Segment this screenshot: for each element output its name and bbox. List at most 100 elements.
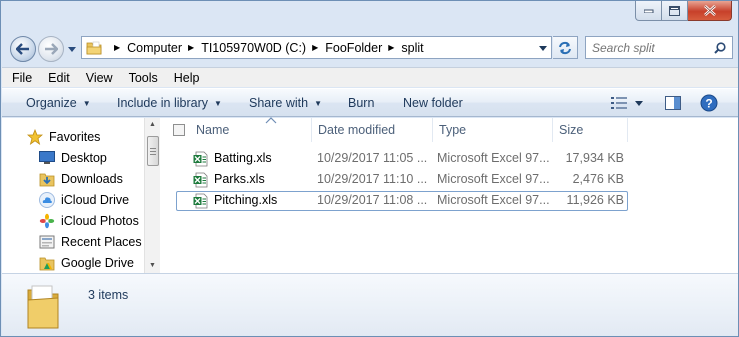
breadcrumb-split[interactable]: split: [401, 41, 423, 55]
chevron-down-icon: ▼: [314, 98, 322, 108]
folder-icon: [86, 41, 102, 54]
nav-item-recent-places[interactable]: Recent Places: [39, 232, 142, 252]
breadcrumb-label: Computer: [127, 40, 183, 55]
column-header-date[interactable]: Date modified: [312, 118, 433, 142]
chevron-down-icon: [68, 46, 76, 52]
minimize-icon: [643, 9, 653, 13]
breadcrumb-drive[interactable]: TI105970W0D (C:) ▶: [201, 41, 325, 55]
nav-scrollbar[interactable]: ▲ ▼: [144, 118, 160, 273]
nav-favorites[interactable]: Favorites: [27, 127, 100, 147]
file-size: 11,926 KB: [566, 193, 624, 207]
breadcrumb-label: split: [401, 40, 424, 55]
nav-item-label: Recent Places: [61, 235, 142, 249]
file-date: 10/29/2017 11:10 ...: [317, 172, 428, 186]
google-drive-icon: [39, 255, 55, 271]
column-size-label: Size: [559, 123, 584, 137]
file-type: Microsoft Excel 97...: [437, 172, 550, 186]
file-row-parks[interactable]: Parks.xls 10/29/2017 11:10 ... Microsoft…: [176, 170, 628, 190]
column-header-type[interactable]: Type: [433, 118, 553, 142]
maximize-button[interactable]: [662, 1, 688, 21]
help-button[interactable]: ?: [698, 93, 720, 113]
preview-pane-button[interactable]: [663, 93, 683, 113]
nav-item-label: iCloud Photos: [61, 214, 139, 228]
star-icon: [27, 129, 43, 145]
nav-item-icloud-photos[interactable]: iCloud Photos: [39, 211, 139, 231]
icloud-icon: [39, 192, 55, 208]
organize-label: Organize: [26, 96, 77, 110]
file-list: Name Date modified Type Size Batting.xls…: [160, 117, 738, 273]
close-x-icon: [703, 5, 716, 16]
recent-pages-dropdown[interactable]: [67, 44, 77, 54]
grip-icon: [150, 147, 156, 155]
scrollbar-thumb[interactable]: [147, 136, 159, 166]
burn-button[interactable]: Burn: [348, 96, 374, 110]
nav-item-icloud-drive[interactable]: iCloud Drive: [39, 190, 129, 210]
nav-item-downloads[interactable]: Downloads: [39, 169, 123, 189]
nav-item-google-drive[interactable]: Google Drive: [39, 253, 134, 273]
new-folder-label: New folder: [403, 96, 463, 110]
nav-item-label: Google Drive: [61, 256, 134, 270]
menu-help[interactable]: Help: [168, 71, 206, 85]
file-date: 10/29/2017 11:08 ...: [317, 193, 428, 207]
column-header-size[interactable]: Size: [553, 118, 628, 142]
column-name-label: Name: [196, 123, 230, 137]
breadcrumb-computer[interactable]: Computer ▶: [127, 41, 201, 55]
scroll-down-icon[interactable]: ▼: [149, 262, 156, 269]
photos-icon: [39, 213, 55, 229]
menu-view[interactable]: View: [80, 71, 119, 85]
excel-file-icon: [193, 151, 208, 167]
command-bar: Organize ▼ Include in library ▼ Share with…: [2, 88, 738, 117]
address-row: ▶ Computer ▶ TI105970W0D (C:) ▶ FooFolder ▶…: [1, 27, 738, 65]
back-arrow-icon: [16, 43, 29, 55]
view-options-dropdown[interactable]: [633, 93, 645, 113]
nav-item-desktop[interactable]: Desktop: [39, 148, 107, 168]
breadcrumb-foofolder[interactable]: FooFolder ▶: [325, 41, 401, 55]
chevron-right-icon: ▶: [114, 43, 121, 52]
nav-item-label: Desktop: [61, 151, 107, 165]
file-type: Microsoft Excel 97...: [437, 151, 550, 165]
recent-places-icon: [39, 234, 55, 250]
file-name: Pitching.xls: [214, 193, 278, 207]
nav-item-label: Downloads: [61, 172, 123, 186]
chevron-down-icon: [635, 100, 643, 106]
downloads-icon: [39, 171, 55, 187]
help-icon: ?: [700, 94, 718, 112]
item-count: 3 items: [88, 288, 129, 302]
search-input[interactable]: [592, 40, 712, 55]
window-caption-buttons: [635, 1, 732, 21]
address-bar[interactable]: ▶ Computer ▶ TI105970W0D (C:) ▶ FooFolder ▶…: [81, 36, 552, 59]
excel-file-icon: [193, 193, 208, 209]
menu-edit[interactable]: Edit: [42, 71, 76, 85]
minimize-button[interactable]: [635, 1, 662, 21]
back-button[interactable]: [10, 36, 36, 62]
include-in-library-button[interactable]: Include in library ▼: [117, 96, 222, 110]
search-icon[interactable]: [714, 42, 726, 54]
breadcrumb-label: FooFolder: [325, 40, 383, 55]
sort-ascending-icon: [265, 117, 277, 124]
folder-icon: [27, 285, 59, 329]
file-row-pitching[interactable]: Pitching.xls 10/29/2017 11:08 ... Micros…: [176, 191, 628, 211]
column-header-name[interactable]: Name: [190, 117, 312, 142]
select-all-checkbox[interactable]: [173, 124, 185, 136]
file-name: Batting.xls: [214, 151, 272, 165]
include-in-library-label: Include in library: [117, 96, 209, 110]
close-button[interactable]: [688, 1, 732, 21]
address-history-dropdown[interactable]: [537, 43, 549, 53]
menu-tools[interactable]: Tools: [123, 71, 164, 85]
forward-arrow-icon: [45, 43, 58, 55]
refresh-button[interactable]: [553, 36, 578, 59]
scroll-up-icon[interactable]: ▲: [149, 121, 156, 128]
share-with-button[interactable]: Share with ▼: [249, 96, 322, 110]
organize-button[interactable]: Organize ▼: [26, 96, 91, 110]
change-view-button[interactable]: [608, 93, 630, 113]
file-row-batting[interactable]: Batting.xls 10/29/2017 11:05 ... Microso…: [176, 149, 628, 169]
new-folder-button[interactable]: New folder: [403, 96, 463, 110]
forward-button[interactable]: [38, 36, 64, 62]
search-box[interactable]: [585, 36, 733, 59]
desktop-icon: [39, 150, 55, 166]
chevron-down-icon: ▼: [82, 98, 91, 108]
menu-file[interactable]: File: [6, 71, 38, 85]
excel-file-icon: [193, 172, 208, 188]
chevron-right-icon: ▶: [312, 43, 319, 52]
breadcrumb-root-arrow[interactable]: ▶: [110, 43, 127, 52]
